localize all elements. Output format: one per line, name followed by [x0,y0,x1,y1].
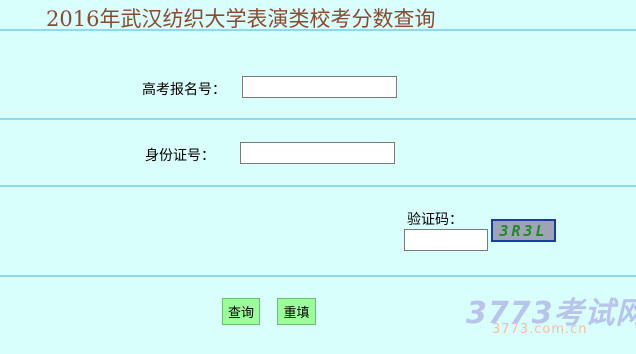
captcha-input[interactable] [404,229,488,251]
exam-number-label: 高考报名号： [142,82,226,98]
exam-number-input[interactable] [242,76,397,98]
watermark-url: 3773.com.cn [492,322,588,337]
site-watermark: 3773考试网 3773.com.cn [466,288,636,343]
divider-3 [0,275,636,277]
query-button[interactable]: 查询 [222,298,260,325]
divider-top [0,29,636,31]
divider-1 [0,118,636,120]
id-number-label: 身份证号： [145,148,215,164]
score-query-page: 2016年武汉纺织大学表演类校考分数查询 高考报名号： 身份证号： 验证码： 3… [0,0,636,354]
id-number-input[interactable] [240,142,395,164]
captcha-label: 验证码： [407,212,463,228]
captcha-image[interactable]: 3R3L [491,219,556,242]
divider-2 [0,185,636,187]
reset-button[interactable]: 重填 [277,298,316,325]
